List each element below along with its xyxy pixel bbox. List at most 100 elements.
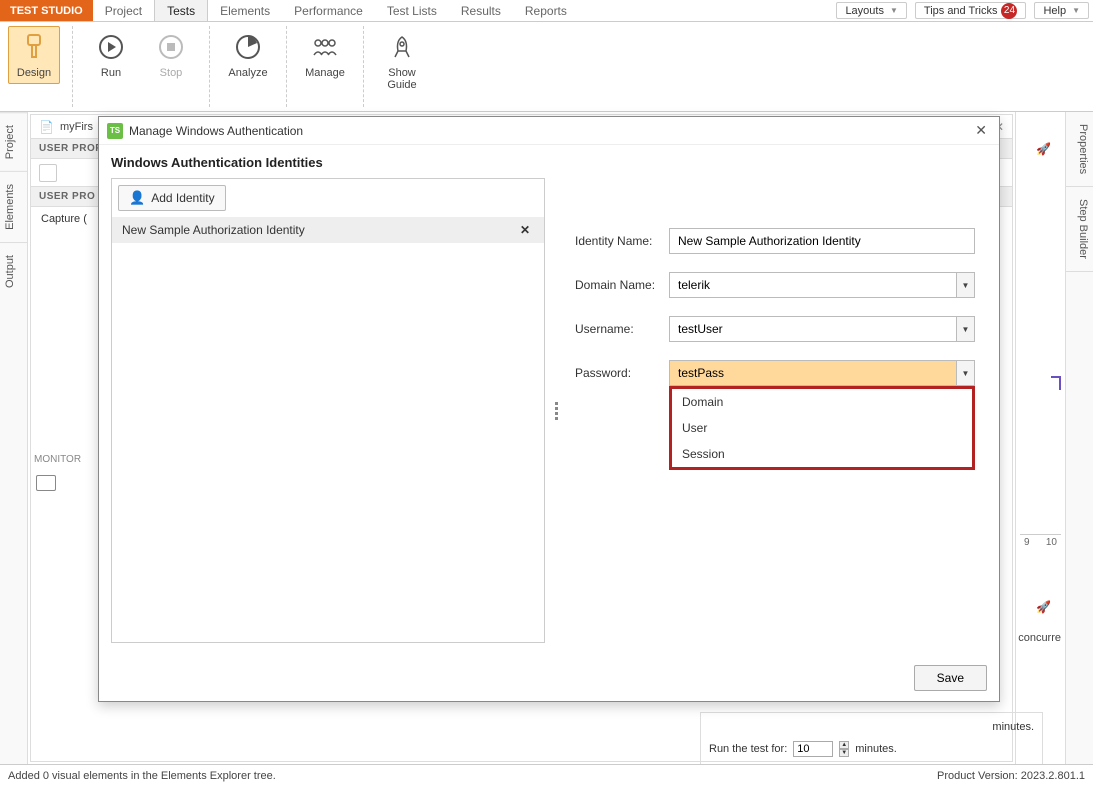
design-label: Design <box>17 67 51 79</box>
left-tab-output[interactable]: Output <box>0 242 27 300</box>
monitor-panel: MONITOR <box>30 450 90 497</box>
password-input[interactable] <box>669 360 957 386</box>
show-guide-button[interactable]: Show Guide <box>376 26 428 96</box>
status-left: Added 0 visual elements in the Elements … <box>8 770 276 782</box>
dialog-title: Manage Windows Authentication <box>129 124 303 138</box>
dropdown-option-session[interactable]: Session <box>672 441 972 467</box>
status-bar: Added 0 visual elements in the Elements … <box>0 764 1093 786</box>
menu-results[interactable]: Results <box>449 0 513 21</box>
domain-dropdown-button[interactable]: ▼ <box>957 272 975 298</box>
manage-button[interactable]: Manage <box>299 26 351 84</box>
add-identity-label: Add Identity <box>151 191 214 205</box>
menu-tests[interactable]: Tests <box>154 0 208 21</box>
bottom-form: minutes. Run the test for: ▲▼ minutes. <box>700 712 1043 766</box>
chart-icon <box>232 31 264 63</box>
left-sidebar: Project Elements Output <box>0 112 28 764</box>
close-icon[interactable]: ✕ <box>971 122 991 139</box>
dialog-header: TS Manage Windows Authentication ✕ <box>99 117 999 145</box>
show-guide-label: Show Guide <box>379 67 425 91</box>
app-icon: TS <box>107 123 123 139</box>
identity-name-input[interactable] <box>669 228 975 254</box>
purple-marker <box>1051 376 1061 390</box>
users-icon <box>309 31 341 63</box>
drag-handle[interactable] <box>551 178 561 643</box>
dialog-subtitle: Windows Authentication Identities <box>99 145 999 178</box>
analyze-button[interactable]: Analyze <box>222 26 274 84</box>
doc-tab-name[interactable]: myFirs <box>60 121 93 133</box>
tips-label: Tips and Tricks <box>924 5 998 17</box>
tips-badge: 24 <box>1001 3 1017 19</box>
username-input[interactable] <box>669 316 957 342</box>
password-label: Password: <box>575 366 669 380</box>
tips-button[interactable]: Tips and Tricks 24 <box>915 2 1027 19</box>
dialog-footer: Save <box>99 655 999 701</box>
axis-ten: 10 <box>1046 537 1057 562</box>
axis-nine: 9 <box>1024 537 1030 562</box>
axis-ticks: 9 10 <box>1020 534 1061 564</box>
monitor-header: MONITOR <box>30 450 90 469</box>
save-button[interactable]: Save <box>914 665 987 691</box>
tool-icon-1[interactable] <box>39 164 57 182</box>
chevron-down-icon: ▼ <box>1072 6 1080 15</box>
help-button[interactable]: Help ▼ <box>1034 2 1089 19</box>
menu-elements[interactable]: Elements <box>208 0 282 21</box>
runtest-suffix: minutes. <box>855 743 897 755</box>
dropdown-option-domain[interactable]: Domain <box>672 389 972 415</box>
identities-list-pane: 👤 Add Identity New Sample Authorization … <box>111 178 545 643</box>
menu-test-lists[interactable]: Test Lists <box>375 0 449 21</box>
identity-name-label: Identity Name: <box>575 234 669 248</box>
runtest-label: Run the test for: <box>709 743 787 755</box>
password-dropdown-button[interactable]: ▼ <box>957 360 975 386</box>
person-plus-icon: 👤 <box>129 190 145 206</box>
domain-name-label: Domain Name: <box>575 278 669 292</box>
stop-icon <box>155 31 187 63</box>
right-tab-step-builder[interactable]: Step Builder <box>1066 187 1093 272</box>
rampup-suffix: minutes. <box>992 721 1034 733</box>
remove-identity-icon[interactable]: ✕ <box>516 223 534 237</box>
brush-icon <box>18 31 50 63</box>
left-tab-project[interactable]: Project <box>0 112 27 171</box>
layouts-label: Layouts <box>845 5 884 17</box>
dropdown-option-user[interactable]: User <box>672 415 972 441</box>
rocket-icon <box>386 31 418 63</box>
ribbon: Design Run Stop Analyze Manage Show Guid… <box>0 22 1093 112</box>
spinner-buttons[interactable]: ▲▼ <box>839 741 849 757</box>
dialog-body: 👤 Add Identity New Sample Authorization … <box>99 178 999 655</box>
username-dropdown-button[interactable]: ▼ <box>957 316 975 342</box>
right-sidebar: Properties Step Builder <box>1065 112 1093 764</box>
right-tab-properties[interactable]: Properties <box>1066 112 1093 187</box>
play-icon <box>95 31 127 63</box>
left-tab-elements[interactable]: Elements <box>0 171 27 242</box>
add-identity-button[interactable]: 👤 Add Identity <box>118 185 226 211</box>
menu-performance[interactable]: Performance <box>282 0 375 21</box>
stop-label: Stop <box>160 67 183 79</box>
file-icon: 📄 <box>39 120 54 134</box>
identity-form-pane: Identity Name: Domain Name: ▼ Username: … <box>567 178 987 643</box>
rocket-icon[interactable]: 🚀 <box>1036 142 1051 156</box>
chevron-down-icon: ▼ <box>890 6 898 15</box>
design-button[interactable]: Design <box>8 26 60 84</box>
menu-project[interactable]: Project <box>93 0 154 21</box>
domain-name-input[interactable] <box>669 272 957 298</box>
runtest-input[interactable] <box>793 741 833 757</box>
identity-item-label: New Sample Authorization Identity <box>122 223 305 237</box>
manage-auth-dialog: TS Manage Windows Authentication ✕ Windo… <box>98 116 1000 702</box>
brand-label: TEST STUDIO <box>0 0 93 21</box>
rocket-icon-2[interactable]: 🚀 <box>1036 600 1051 614</box>
concurrent-label: concurre <box>1018 632 1061 644</box>
menu-reports[interactable]: Reports <box>513 0 579 21</box>
password-dropdown-list: Domain User Session <box>669 386 975 470</box>
analyze-label: Analyze <box>228 67 267 79</box>
layouts-button[interactable]: Layouts ▼ <box>836 2 906 19</box>
run-label: Run <box>101 67 121 79</box>
right-side-panel: 🚀 9 10 🚀 concurre <box>1015 112 1065 764</box>
username-label: Username: <box>575 322 669 336</box>
identity-list-item[interactable]: New Sample Authorization Identity ✕ <box>112 217 544 243</box>
stop-button: Stop <box>145 26 197 84</box>
status-right: Product Version: 2023.2.801.1 <box>937 770 1085 782</box>
run-button[interactable]: Run <box>85 26 137 84</box>
monitor-icon[interactable] <box>36 475 56 491</box>
top-menu-bar: TEST STUDIO Project Tests Elements Perfo… <box>0 0 1093 22</box>
manage-label: Manage <box>305 67 345 79</box>
help-label: Help <box>1043 5 1066 17</box>
